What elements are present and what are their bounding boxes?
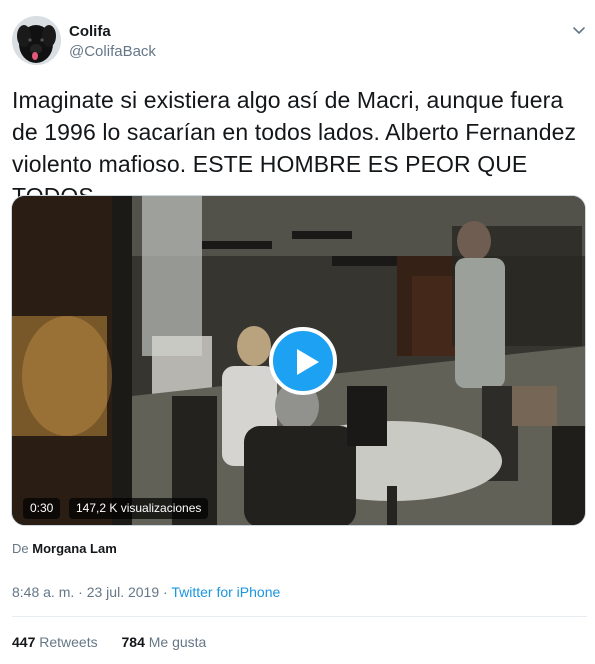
avatar[interactable] bbox=[12, 16, 61, 65]
tweet-header: Colifa @ColifaBack bbox=[12, 16, 587, 66]
media-attribution: De Morgana Lam bbox=[12, 540, 117, 558]
meta-separator: · bbox=[74, 584, 87, 600]
likes-stat[interactable]: 784 Me gusta bbox=[122, 632, 207, 652]
divider bbox=[12, 616, 587, 617]
retweets-count: 447 bbox=[12, 634, 36, 650]
tweet-stats: 447 Retweets 784 Me gusta bbox=[12, 632, 226, 652]
meta-separator: · bbox=[159, 584, 172, 600]
video-duration: 0:30 bbox=[23, 498, 61, 519]
attribution-name[interactable]: Morgana Lam bbox=[32, 541, 117, 556]
tweet-source-link[interactable]: Twitter for iPhone bbox=[171, 584, 280, 600]
play-icon bbox=[297, 349, 319, 375]
author-names: Colifa @ColifaBack bbox=[69, 22, 156, 62]
display-name[interactable]: Colifa bbox=[69, 22, 156, 42]
attribution-prefix: De bbox=[12, 541, 29, 556]
retweets-label: Retweets bbox=[39, 634, 98, 650]
avatar-dog-image bbox=[12, 16, 61, 65]
tweet-time[interactable]: 8:48 a. m. bbox=[12, 584, 74, 600]
likes-label: Me gusta bbox=[148, 634, 207, 650]
likes-count: 784 bbox=[121, 634, 145, 650]
user-handle[interactable]: @ColifaBack bbox=[69, 42, 156, 62]
tweet-text: Imaginate si existiera algo así de Macri… bbox=[12, 87, 577, 209]
view-count: 147,2 K visualizaciones bbox=[69, 498, 209, 519]
retweets-stat[interactable]: 447 Retweets bbox=[12, 632, 98, 652]
tweet-meta: 8:48 a. m. · 23 jul. 2019 · Twitter for … bbox=[12, 582, 280, 602]
tweet-date[interactable]: 23 jul. 2019 bbox=[87, 584, 159, 600]
chevron-down-icon[interactable] bbox=[571, 22, 587, 38]
video-player[interactable]: 0:30 147,2 K visualizaciones bbox=[11, 195, 586, 526]
play-button[interactable] bbox=[269, 327, 337, 395]
